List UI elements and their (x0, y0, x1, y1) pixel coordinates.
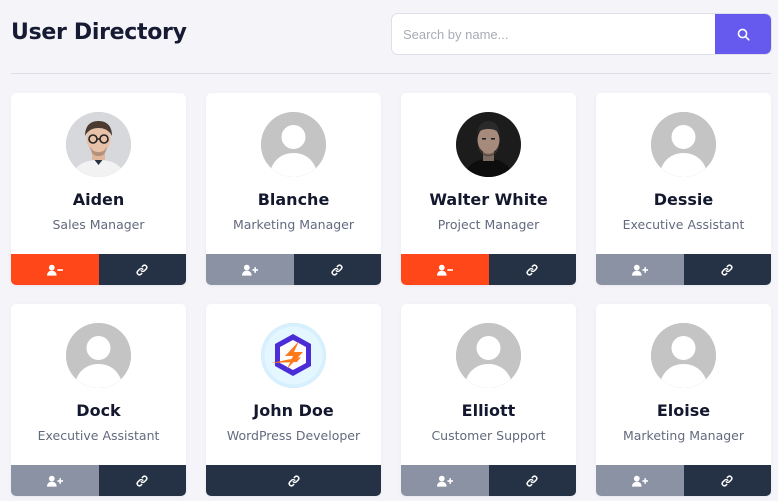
card-actions (596, 465, 771, 496)
user-name: Aiden (72, 190, 125, 209)
header-divider (11, 73, 771, 74)
user-name: Dock (76, 401, 121, 420)
user-role: Executive Assistant (37, 428, 160, 443)
link-icon (721, 474, 733, 487)
user-plus-icon (436, 475, 453, 487)
user-minus-icon (436, 264, 453, 276)
user-name: Dessie (653, 190, 714, 209)
user-name: Eloise (656, 401, 711, 420)
remove-user-button[interactable] (401, 254, 489, 285)
add-user-button[interactable] (206, 254, 294, 285)
user-name: John Doe (253, 401, 334, 420)
user-name: Walter White (429, 190, 548, 209)
link-icon (287, 474, 300, 487)
card-actions (11, 465, 186, 496)
profile-link-button[interactable] (683, 465, 771, 496)
user-card: John Doe WordPress Developer (206, 304, 381, 496)
user-role: WordPress Developer (226, 428, 361, 443)
avatar (66, 323, 131, 388)
user-minus-icon (46, 264, 63, 276)
search-button[interactable] (715, 14, 771, 54)
profile-link-button[interactable] (488, 465, 576, 496)
link-icon (526, 474, 538, 487)
profile-link-button[interactable] (683, 254, 771, 285)
link-icon (331, 263, 343, 276)
user-name: Elliott (461, 401, 516, 420)
search-box (391, 13, 772, 55)
search-input[interactable] (392, 14, 717, 54)
user-role: Sales Manager (52, 217, 145, 232)
user-plus-icon (241, 264, 258, 276)
user-name: Blanche (257, 190, 330, 209)
card-actions (206, 254, 381, 285)
avatar (66, 112, 131, 177)
profile-link-button[interactable] (206, 465, 381, 496)
card-actions (596, 254, 771, 285)
link-icon (526, 263, 538, 276)
add-user-button[interactable] (596, 254, 684, 285)
user-plus-icon (631, 475, 648, 487)
profile-link-button[interactable] (98, 465, 186, 496)
user-grid: Aiden Sales Manager Blanche Marketing Manag… (11, 93, 771, 496)
user-card: Aiden Sales Manager (11, 93, 186, 285)
avatar (651, 112, 716, 177)
link-icon (721, 263, 733, 276)
user-role: Executive Assistant (622, 217, 745, 232)
link-icon (136, 474, 148, 487)
link-icon (136, 263, 148, 276)
user-role: Project Manager (437, 217, 540, 232)
header: User Directory (0, 0, 778, 74)
avatar (456, 112, 521, 177)
avatar (261, 112, 326, 177)
card-actions (11, 254, 186, 285)
user-card: Blanche Marketing Manager (206, 93, 381, 285)
user-role: Marketing Manager (232, 217, 355, 232)
user-plus-icon (46, 475, 63, 487)
user-plus-icon (631, 264, 648, 276)
user-card: Elliott Customer Support (401, 304, 576, 496)
avatar (456, 323, 521, 388)
user-card: Dock Executive Assistant (11, 304, 186, 496)
add-user-button[interactable] (596, 465, 684, 496)
profile-link-button[interactable] (488, 254, 576, 285)
remove-user-button[interactable] (11, 254, 99, 285)
avatar (651, 323, 716, 388)
add-user-button[interactable] (11, 465, 99, 496)
profile-link-button[interactable] (293, 254, 381, 285)
page-title: User Directory (11, 20, 187, 45)
user-card: Dessie Executive Assistant (596, 93, 771, 285)
card-actions (401, 254, 576, 285)
profile-link-button[interactable] (98, 254, 186, 285)
user-role: Marketing Manager (622, 428, 745, 443)
card-actions (401, 465, 576, 496)
user-card: Eloise Marketing Manager (596, 304, 771, 496)
add-user-button[interactable] (401, 465, 489, 496)
card-actions (206, 465, 381, 496)
search-icon (737, 28, 750, 41)
avatar (261, 323, 326, 388)
user-card: Walter White Project Manager (401, 93, 576, 285)
user-role: Customer Support (431, 428, 546, 443)
